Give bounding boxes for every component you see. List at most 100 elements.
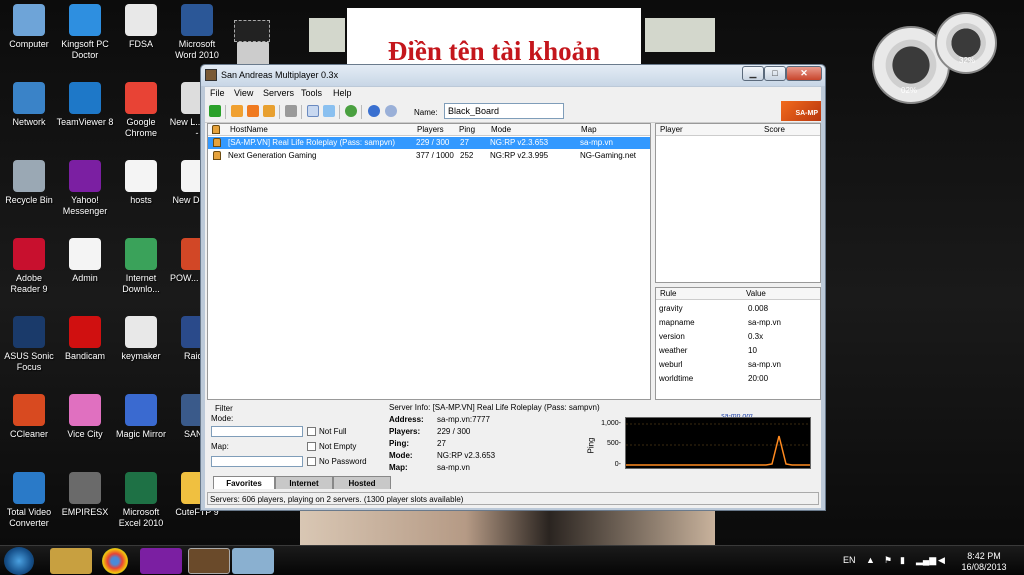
tray-battery-icon[interactable]: ▮ (900, 555, 905, 566)
info-players-row: Players: 229 / 300 (389, 426, 579, 438)
close-button[interactable]: ✕ (786, 66, 822, 81)
desktop-icon[interactable]: Google Chrome (112, 82, 170, 139)
server-info-panel: Server Info: [SA-MP.VN] Real Life Rolepl… (389, 402, 600, 472)
add-server-icon[interactable] (231, 105, 243, 117)
mode-filter-input[interactable] (211, 426, 303, 437)
tray-arrow-icon[interactable]: ▲ (866, 555, 875, 565)
refresh-icon[interactable] (263, 105, 275, 117)
tab-hosted[interactable]: Hosted (333, 476, 391, 489)
tab-internet[interactable]: Internet (275, 476, 333, 489)
desktop-icon[interactable]: Internet Downlo... (112, 238, 170, 295)
desktop-icon[interactable]: Network (0, 82, 58, 128)
rules-list[interactable]: Rule Value gravity 0.008 mapname sa-mp.vn ve… (655, 287, 821, 400)
player-name-input[interactable] (444, 103, 564, 119)
lock-column-header[interactable] (208, 124, 226, 136)
help-icon[interactable] (368, 105, 380, 117)
title-bar[interactable]: San Andreas Multiplayer 0.3x ▁ □ ✕ (201, 65, 825, 86)
thumbnail-image[interactable] (309, 18, 345, 52)
column-players[interactable]: Players (414, 124, 456, 136)
menu-help[interactable]: Help (333, 88, 352, 98)
desktop-icon[interactable]: ASUS Sonic Focus (0, 316, 58, 373)
tray-network-icon[interactable]: ▂▄▆ (916, 555, 936, 566)
ping-tick-1000: 1,000- (601, 420, 621, 427)
clock[interactable]: 8:42 PM 16/08/2013 (955, 551, 1013, 573)
desktop-icon[interactable]: Bandicam (56, 316, 114, 362)
column-map[interactable]: Map (578, 124, 650, 136)
menu-view[interactable]: View (234, 88, 253, 98)
rule-row[interactable]: mapname sa-mp.vn (656, 316, 820, 330)
players-list[interactable]: Player Score (655, 123, 821, 283)
server-list[interactable]: HostName Players Ping Mode Map [SA-MP.VN… (207, 123, 651, 400)
menu-servers[interactable]: Servers (263, 88, 294, 98)
start-button[interactable] (4, 547, 34, 575)
rule-row[interactable]: version 0.3x (656, 330, 820, 344)
desktop-icon[interactable]: Yahoo! Messenger (56, 160, 114, 217)
rule-row[interactable]: gravity 0.008 (656, 302, 820, 316)
minimize-button[interactable]: ▁ (742, 66, 764, 81)
desktop-icon[interactable]: Computer (0, 4, 58, 50)
desktop-icon[interactable]: Kingsoft PC Doctor (56, 4, 114, 61)
desktop-icon-image (13, 82, 45, 114)
column-score[interactable]: Score (764, 124, 820, 136)
desktop-icon[interactable]: Recycle Bin (0, 160, 58, 206)
rule-row[interactable]: weather 10 (656, 344, 820, 358)
not-full-checkbox[interactable] (307, 427, 316, 436)
desktop-icon[interactable]: Microsoft Word 2010 (168, 4, 226, 61)
column-value[interactable]: Value (746, 288, 820, 300)
desktop-icon[interactable]: CCleaner (0, 394, 58, 440)
edit-icon[interactable] (323, 105, 335, 117)
thumbnail-image[interactable] (234, 20, 270, 42)
app-taskbar-icon[interactable] (232, 548, 274, 574)
desktop-icon[interactable]: EMPIRESX (56, 472, 114, 518)
column-hostname[interactable]: HostName (226, 124, 414, 136)
settings-icon[interactable] (345, 105, 357, 117)
server-hostname: Next Generation Gaming (228, 151, 317, 160)
column-rule[interactable]: Rule (656, 288, 746, 300)
rule-row[interactable]: worldtime 20:00 (656, 372, 820, 386)
menu-file[interactable]: File (210, 88, 225, 98)
desktop-icon[interactable]: keymaker (112, 316, 170, 362)
language-indicator[interactable]: EN (843, 555, 856, 565)
properties-icon[interactable] (285, 105, 297, 117)
ram-gauge-gadget[interactable]: 32% (935, 12, 997, 74)
yahoo-taskbar-icon[interactable] (140, 548, 182, 574)
desktop-icon[interactable]: Magic Mirror (112, 394, 170, 440)
copy-icon[interactable] (307, 105, 319, 117)
thumbnail-image[interactable] (645, 18, 715, 52)
connect-icon[interactable] (209, 105, 221, 117)
maximize-button[interactable]: □ (764, 66, 786, 81)
desktop-icon[interactable]: Admin (56, 238, 114, 284)
server-info-title: Server Info: [SA-MP.VN] Real Life Rolepl… (389, 403, 600, 412)
about-icon[interactable] (385, 105, 397, 117)
server-ping: 27 (460, 138, 469, 147)
map-filter-input[interactable] (211, 456, 303, 467)
desktop-icon-image (13, 160, 45, 192)
desktop-icon[interactable]: TeamViewer 8 (56, 82, 114, 128)
chrome-taskbar-icon[interactable] (102, 548, 128, 574)
desktop-icon-image (13, 316, 45, 348)
tray-flag-icon[interactable]: ⚑ (884, 555, 892, 566)
column-player[interactable]: Player (656, 124, 764, 136)
tab-favorites[interactable]: Favorites (213, 476, 275, 489)
menu-tools[interactable]: Tools (301, 88, 322, 98)
tray-volume-icon[interactable]: ◀ (938, 555, 945, 566)
server-row[interactable]: Next Generation Gaming 377 / 1000 252 NG… (208, 150, 650, 162)
no-password-checkbox[interactable] (307, 457, 316, 466)
not-empty-checkbox[interactable] (307, 442, 316, 451)
server-row[interactable]: [SA-MP.VN] Real Life Roleplay (Pass: sam… (208, 137, 650, 149)
desktop-icon[interactable]: Microsoft Excel 2010 (112, 472, 170, 529)
ping-tick-500: 500- (606, 440, 621, 447)
explorer-taskbar-icon[interactable] (50, 548, 92, 574)
rule-name: weburl (659, 360, 683, 369)
desktop-icon[interactable]: Vice City (56, 394, 114, 440)
desktop-icon[interactable]: FDSA (112, 4, 170, 50)
samp-taskbar-icon[interactable] (188, 548, 230, 574)
column-mode[interactable]: Mode (488, 124, 578, 136)
desktop-icon[interactable]: hosts (112, 160, 170, 206)
delete-server-icon[interactable] (247, 105, 259, 117)
desktop-icon[interactable]: Total Video Converter (0, 472, 58, 529)
column-ping[interactable]: Ping (456, 124, 488, 136)
desktop-icon[interactable]: Adobe Reader 9 (0, 238, 58, 295)
desktop-icon-label: Microsoft Excel 2010 (118, 507, 164, 528)
rule-row[interactable]: weburl sa-mp.vn (656, 358, 820, 372)
